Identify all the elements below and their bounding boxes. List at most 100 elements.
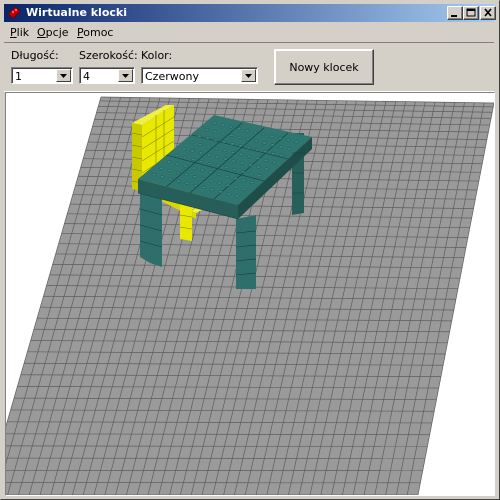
color-dropdown-button[interactable] xyxy=(241,69,256,82)
scene-canvas[interactable] xyxy=(6,93,494,495)
stud xyxy=(239,161,245,165)
stud xyxy=(176,179,182,183)
stud xyxy=(239,152,244,156)
minimize-button[interactable] xyxy=(447,6,463,20)
stud xyxy=(168,177,173,181)
stud xyxy=(294,140,299,144)
stud xyxy=(190,149,195,153)
stud xyxy=(237,135,243,139)
stud xyxy=(201,186,207,189)
stud xyxy=(215,155,220,159)
stud xyxy=(286,138,291,142)
stud xyxy=(212,121,217,125)
stud xyxy=(207,162,212,165)
stud xyxy=(249,181,255,184)
stud xyxy=(231,159,236,163)
stud xyxy=(262,141,267,145)
stud xyxy=(182,147,187,151)
chevron-down-icon xyxy=(122,74,129,78)
stud xyxy=(184,173,189,177)
stud xyxy=(205,136,210,140)
3d-viewport[interactable] xyxy=(5,92,495,496)
stud xyxy=(230,142,235,146)
stud xyxy=(238,144,243,148)
stud xyxy=(218,190,223,194)
maximize-icon xyxy=(466,8,476,17)
stud xyxy=(192,175,197,179)
stud xyxy=(216,172,221,176)
stud xyxy=(234,194,240,198)
stud xyxy=(245,137,251,141)
width-dropdown-button[interactable] xyxy=(118,69,133,82)
menu-bar: Plik Opcje Pomoc xyxy=(4,23,494,42)
stud xyxy=(236,127,242,131)
stud xyxy=(220,123,225,127)
menu-opcje[interactable]: Opcje xyxy=(37,26,69,39)
stud xyxy=(200,177,206,181)
stud xyxy=(228,125,234,129)
stud xyxy=(242,187,247,191)
chevron-down-icon xyxy=(245,74,252,78)
stud xyxy=(217,181,222,185)
stud xyxy=(221,132,226,135)
stud xyxy=(224,166,229,170)
minimize-icon xyxy=(451,15,457,17)
table-leg xyxy=(236,215,256,289)
close-button[interactable] xyxy=(480,6,496,20)
stud xyxy=(245,129,250,133)
stud xyxy=(224,174,230,178)
stud xyxy=(209,179,214,183)
title-bar[interactable]: Wirtualne klocki xyxy=(4,4,496,22)
menu-pomoc[interactable]: Pomoc xyxy=(77,26,113,39)
color-select[interactable]: Czerwony xyxy=(141,67,258,84)
stud xyxy=(279,154,284,157)
width-select[interactable]: 4 xyxy=(79,67,135,84)
stud xyxy=(257,174,262,178)
stud xyxy=(209,188,215,192)
stud xyxy=(230,151,236,154)
stud xyxy=(247,154,252,158)
chair-leg xyxy=(180,203,192,241)
length-select[interactable]: 1 xyxy=(11,67,73,84)
length-dropdown-button[interactable] xyxy=(56,69,71,82)
stud xyxy=(166,160,172,164)
color-label: Kolor: xyxy=(141,49,173,62)
stud xyxy=(199,160,204,163)
stud xyxy=(200,168,205,172)
window-title: Wirtualne klocki xyxy=(26,6,127,19)
menu-plik[interactable]: Plik xyxy=(10,26,29,39)
stud xyxy=(167,169,173,172)
stud xyxy=(270,143,275,147)
stud xyxy=(191,166,197,170)
stud xyxy=(248,172,254,176)
stud xyxy=(151,173,157,177)
brick-app-icon xyxy=(7,6,21,19)
stud xyxy=(160,175,165,179)
width-label: Szerokość: xyxy=(79,49,138,62)
toolbar: Długość: 1 Szerokość: 4 Kolor: Czerwony … xyxy=(4,42,494,92)
stud xyxy=(286,147,292,151)
stud xyxy=(277,136,283,140)
length-value: 1 xyxy=(15,70,22,83)
new-brick-button[interactable]: Nowy klocek xyxy=(274,49,374,85)
maximize-button[interactable] xyxy=(463,6,479,20)
stud xyxy=(278,145,283,149)
stud xyxy=(264,167,269,171)
stud xyxy=(271,152,276,155)
width-value: 4 xyxy=(83,70,90,83)
stud xyxy=(223,157,228,161)
stud xyxy=(193,184,198,187)
stud xyxy=(204,128,210,132)
stud xyxy=(190,158,196,161)
stud xyxy=(226,192,231,196)
stud xyxy=(261,133,266,136)
stud xyxy=(253,131,258,134)
stud xyxy=(271,160,277,164)
stud xyxy=(254,148,260,152)
stud xyxy=(214,147,219,150)
length-label: Długość: xyxy=(11,49,59,62)
stud xyxy=(225,183,231,187)
stud xyxy=(253,139,259,143)
stud xyxy=(206,145,211,148)
stud xyxy=(189,141,195,144)
